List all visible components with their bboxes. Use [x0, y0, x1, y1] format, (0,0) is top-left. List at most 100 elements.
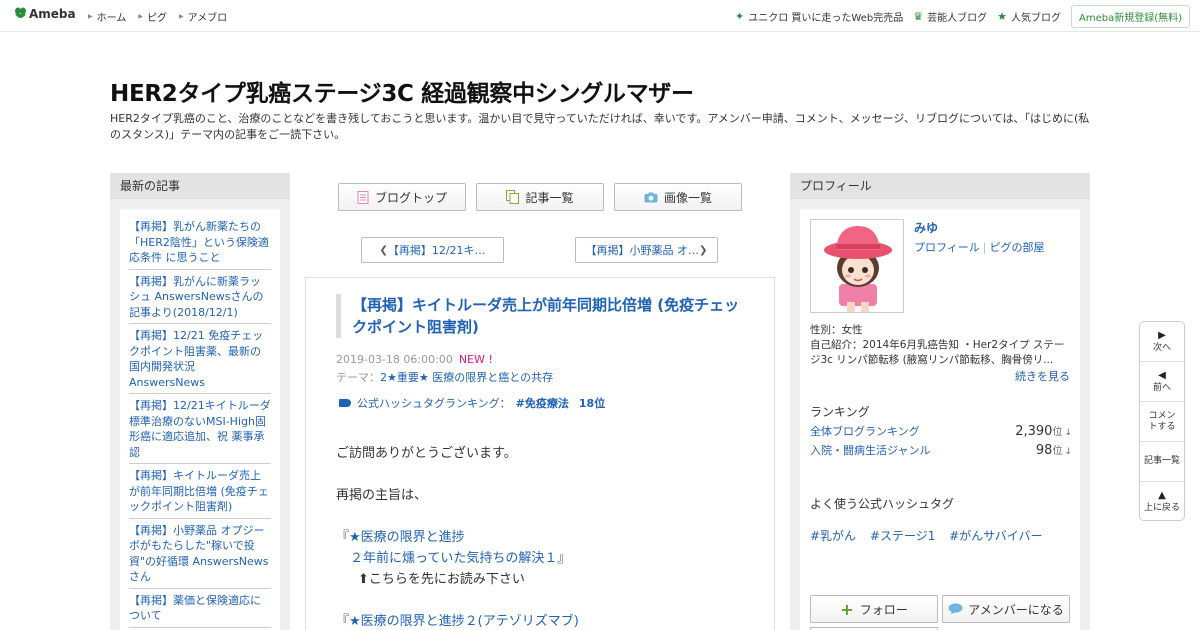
header-link-popular-label: 人気ブログ — [1010, 13, 1061, 24]
triangle-right-icon: ▶ — [178, 13, 184, 20]
triangle-right-icon: ▶ — [88, 13, 93, 20]
blog-toolbar: ブログトップ 記事一覧 画像一覧 — [338, 183, 752, 211]
global-header: Ameba ▶ ホーム ▶ ピグ ▶ アメブロ ✦ ユニクロ 買いに走ったWeb完売品 … — [0, 0, 1200, 32]
recent-entry-link[interactable]: 【再掲】キイトルーダ売上が前年同期比倍増 (免疫チェックポイント阻害剤) — [129, 466, 271, 519]
float-top-label: 上に戻る — [1143, 503, 1180, 513]
article-date: 2019-03-18 06:00:00 NEW ! — [336, 353, 493, 366]
hashtag-name: #免疫療法 — [515, 397, 569, 410]
recent-entry-link[interactable]: 【再掲】12/21キイトルーダ標準治療のないMSI-High固形癌に適応追加、祝… — [129, 396, 271, 464]
recent-entry-link[interactable]: 【再掲】乳がんに新薬ラッシュ AnswersNewsさんの記事より(2018/1… — [129, 272, 271, 324]
hashtag-link[interactable]: #がんサバイバー — [949, 529, 1042, 543]
plus-icon: + — [840, 599, 854, 619]
body-link-block-1: 『★医療の限界と進捗 — [336, 527, 579, 548]
tag-icon — [339, 399, 351, 407]
body-intro: 再掲の主旨は、 — [336, 488, 428, 503]
amember-button[interactable]: アメンバーになる — [942, 595, 1070, 623]
hashtag-link[interactable]: #ステージ1 — [870, 529, 935, 543]
ameba-logo[interactable]: Ameba — [14, 7, 76, 21]
body-note: ⬆︎こちらを先にお読み下さい — [358, 572, 525, 587]
nav-ameblo[interactable]: ▶ アメブロ — [179, 9, 227, 24]
article-body: ご訪問ありがとうございます。 再掲の主旨は、 『★医療の限界と進捗 ２年前に燻っ… — [336, 443, 579, 630]
ranking-unit: 位 — [1052, 446, 1063, 457]
float-comment-label: コメントする — [1148, 410, 1176, 432]
header-right-links: ✦ ユニクロ 買いに走ったWeb完売品 ♛ 芸能人ブログ ★ 人気ブログ Ameba新… — [735, 5, 1190, 28]
global-nav: ▶ ホーム ▶ ピグ ▶ アメブロ — [88, 9, 239, 24]
header-link-celebrity-label: 芸能人ブログ — [927, 13, 988, 24]
chevron-left-icon: ❮ — [379, 244, 388, 256]
entry-list-label: 記事一覧 — [525, 190, 574, 205]
article: 【再掲】キイトルーダ売上が前年同期比倍増 (免疫チェックポイント阻害剤) 201… — [305, 277, 775, 630]
hashtag-rank: 18位 — [578, 397, 606, 410]
header-link-popular[interactable]: ★ 人気ブログ — [997, 9, 1061, 24]
header-link-celebrity[interactable]: ♛ 芸能人ブログ — [913, 9, 987, 24]
recent-entry-link[interactable]: 【再掲】12/21 免疫チェックポイント阻害薬、最新の国内開発状況 Answer… — [129, 326, 271, 394]
link-separator: | — [982, 241, 987, 254]
article-theme: テーマ：2★重要★ 医療の限界と癌との共存 — [336, 369, 553, 385]
sparkle-icon: ✦ — [735, 10, 745, 23]
trend-down-icon: ↓ — [1064, 447, 1072, 457]
float-top-button[interactable]: ▲ 上に戻る — [1140, 482, 1184, 522]
hashtag-link[interactable]: #乳がん — [810, 529, 856, 543]
ameba-logo-icon — [15, 7, 26, 18]
chevron-right-icon: ❯ — [699, 244, 708, 256]
pigg-room-link[interactable]: ピグの部屋 — [990, 241, 1045, 254]
crown-icon: ♛ — [913, 10, 924, 23]
nav-home[interactable]: ▶ ホーム — [88, 9, 126, 24]
ranking-overall-number: 2,390 — [1015, 424, 1053, 439]
ranking-genre-value: 98位 ↓ — [1036, 442, 1072, 458]
profile-gender: 性別：女性 — [810, 324, 863, 336]
recent-entry-link[interactable]: 【再掲】乳がん新薬たちの「HER2陰性」という保険適応条件 に思うこと — [129, 217, 271, 270]
hashtag-ranking[interactable]: 公式ハッシュタグランキング： #免疫療法 18位 — [336, 395, 605, 411]
float-next-button[interactable]: ▶ 次へ — [1140, 322, 1184, 362]
nav-pigg[interactable]: ▶ ピグ — [138, 9, 167, 24]
ranking-genre-link[interactable]: 入院・闘病生活ジャンル — [810, 442, 930, 458]
hashtag-heading: よく使う公式ハッシュタグ — [810, 497, 955, 511]
body-link-2[interactable]: ★医療の限界と進捗２(アテゾリズマブ) — [349, 614, 579, 629]
body-link-1b[interactable]: ２年前に燻っていた気持ちの解決１ — [350, 551, 557, 566]
recent-entry-link[interactable]: 【再掲】薬価と保険適応について — [129, 591, 271, 628]
profile-intro: 自己紹介：2014年6月乳癌告知 ・Her2タイプ ステージ3c リンパ節転移 … — [810, 339, 1065, 366]
quote-open: 『 — [336, 530, 350, 545]
ranking-row-genre: 入院・闘病生活ジャンル 98位 ↓ — [810, 442, 1072, 458]
read-more-link[interactable]: 続きを見る — [1015, 368, 1070, 384]
image-list-button[interactable]: 画像一覧 — [614, 183, 742, 211]
prev-entry-label: 【再掲】12/21キ… — [387, 244, 486, 257]
theme-label: テーマ： — [336, 371, 380, 384]
blog-title[interactable]: HER2タイプ乳癌ステージ3C 経過観察中シングルマザー — [110, 74, 694, 108]
floating-nav: ▶ 次へ ◀ 前へ コメントする 記事一覧 ▲ 上に戻る — [1139, 321, 1185, 521]
profile-link[interactable]: プロフィール — [914, 241, 980, 254]
ranking-overall-link[interactable]: 全体ブログランキング — [810, 423, 920, 439]
recent-entries-list: 【再掲】乳がん新薬たちの「HER2陰性」という保険適応条件 に思うこと 【再掲】… — [120, 209, 280, 630]
avatar[interactable] — [810, 219, 904, 313]
profile-name[interactable]: みゆ — [914, 219, 938, 236]
blog-top-button[interactable]: ブログトップ — [338, 183, 466, 211]
profile-heading: プロフィール — [790, 173, 1090, 199]
article-date-value: 2019-03-18 06:00:00 — [336, 353, 453, 366]
next-entry-button[interactable]: 【再掲】小野薬品 オ… ❯ — [575, 237, 718, 263]
recent-entry-link[interactable]: 【再掲】小野薬品 オプジーボがもたらした"稼いで投資"の好循環 AnswersN… — [129, 521, 271, 589]
float-prev-button[interactable]: ◀ 前へ — [1140, 362, 1184, 402]
body-link-1[interactable]: ★医療の限界と進捗 — [349, 530, 465, 545]
theme-link[interactable]: 2★重要★ 医療の限界と癌との共存 — [380, 371, 553, 384]
new-badge: NEW ! — [458, 353, 493, 366]
nav-ameblo-label: アメブロ — [187, 13, 228, 24]
image-list-label: 画像一覧 — [663, 190, 712, 205]
article-title[interactable]: 【再掲】キイトルーダ売上が前年同期比倍増 (免疫チェックポイント阻害剤) — [336, 294, 746, 338]
entry-list-button[interactable]: 記事一覧 — [476, 183, 604, 211]
prev-entry-button[interactable]: ❮ 【再掲】12/21キ… — [361, 237, 504, 263]
hashtag-list: #乳がん #ステージ1 #がんサバイバー — [810, 527, 1053, 544]
body-greeting: ご訪問ありがとうございます。 — [336, 446, 517, 461]
hashtag-ranking-label: 公式ハッシュタグランキング： — [357, 397, 511, 410]
ranking-row-overall: 全体ブログランキング 2,390位 ↓ — [810, 423, 1072, 439]
signup-button[interactable]: Ameba新規登録(無料) — [1070, 5, 1190, 28]
star-icon: ★ — [997, 10, 1007, 23]
float-comment-button[interactable]: コメントする — [1140, 402, 1184, 442]
blog-description: HER2タイプ乳癌のこと、治療のことなどを書き残しておこうと思います。温かい目で… — [110, 112, 1090, 141]
document-icon — [357, 190, 369, 204]
header-link-uniqlo[interactable]: ✦ ユニクロ 買いに走ったWeb完売品 — [735, 9, 903, 24]
follow-button[interactable]: + フォロー — [810, 595, 938, 623]
float-list-button[interactable]: 記事一覧 — [1140, 442, 1184, 482]
profile-box: みゆ プロフィール | ピグの部屋 性別：女性 自己紹介：2014年6月乳癌告知 ・… — [800, 209, 1080, 630]
blog-top-label: ブログトップ — [374, 190, 447, 205]
trend-down-icon: ↓ — [1064, 428, 1072, 438]
